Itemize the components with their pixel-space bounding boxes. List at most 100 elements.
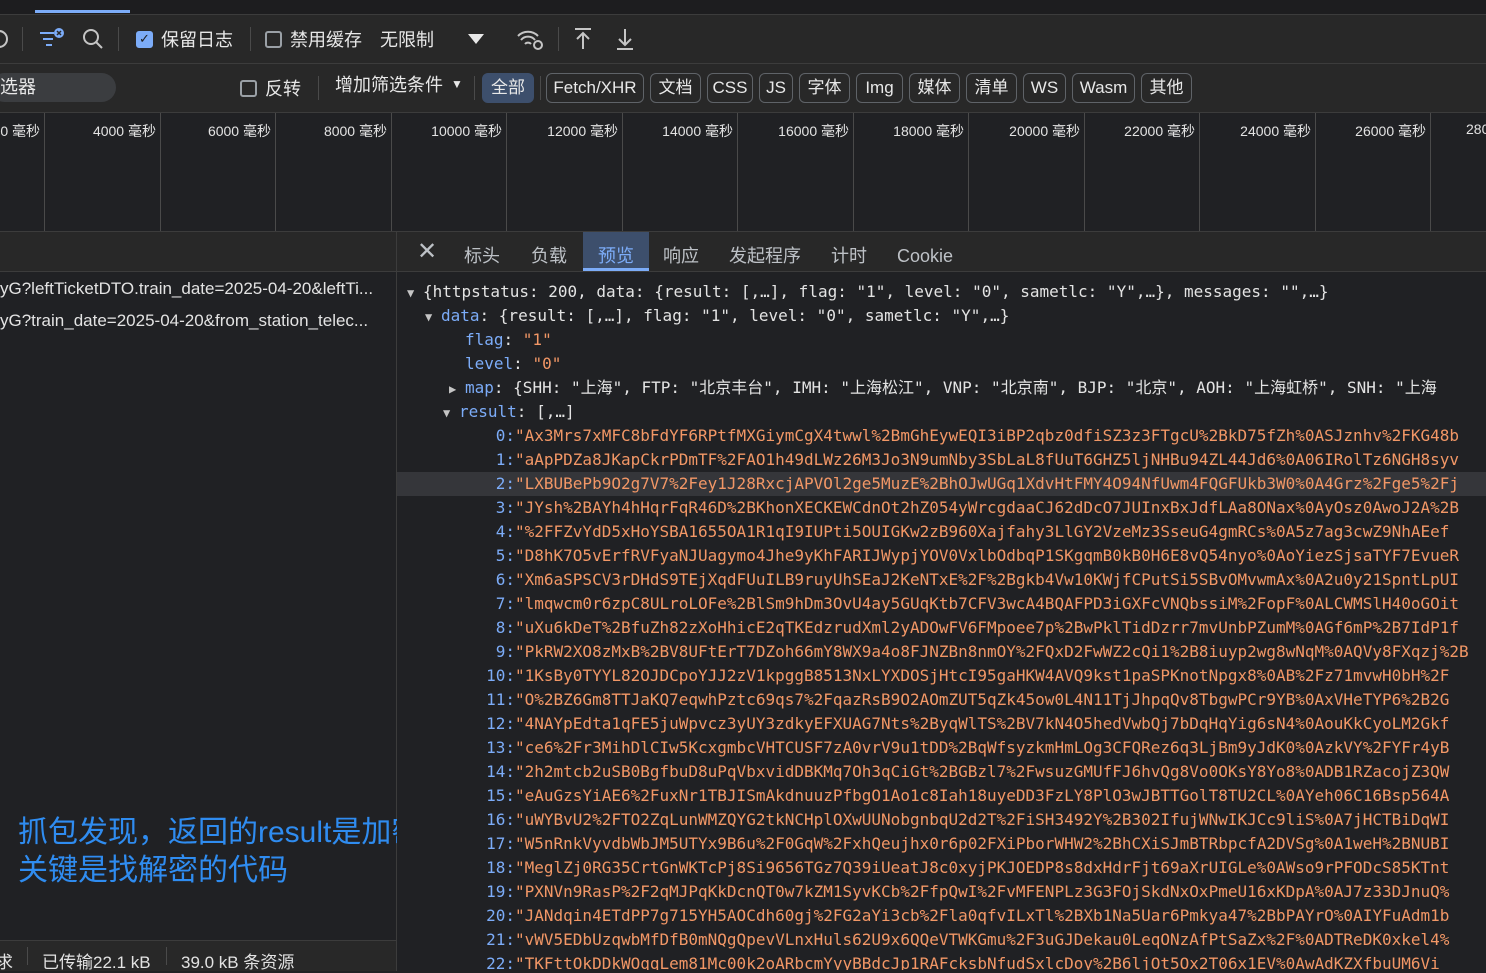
request-list-pane: yG?leftTicketDTO.train_date=2025-04-20&l…: [0, 232, 481, 940]
json-value: "D8hK7O5vErfRVFyaNJUagymo4Jhe9yKhFARIJWy…: [515, 546, 1460, 565]
json-root-node[interactable]: ▼ {httpstatus: 200, data: {result: [,…], …: [397, 280, 1486, 304]
filter-type-doc[interactable]: 文档: [650, 73, 701, 103]
close-icon[interactable]: ✕: [415, 232, 439, 271]
invert-checkbox[interactable]: 反转: [240, 64, 301, 112]
request-detail-pane: ✕ 标头 负载 预览 响应 发起程序 计时 Cookie ▼ {httpstatu…: [397, 232, 1486, 970]
json-result-item[interactable]: 14: "2h2mtcb2uSB0BgfbuD8uPqVbxvidDBKMq7O…: [397, 760, 1486, 784]
json-result-item[interactable]: 1: "aApPDZa8JKapCkrPDmTF%2FAO1h49dLWz26M…: [397, 448, 1486, 472]
json-value: "Xm6aSPSCV3rDHdS9TEjXqdFUuILB9ruyUhSEaJ2…: [515, 570, 1460, 589]
json-key: flag: [465, 330, 504, 349]
dropdown-arrow-icon: ▼: [451, 77, 463, 91]
filter-icon[interactable]: [38, 15, 66, 63]
json-result-item[interactable]: 12: "4NAYpEdta1qFE5juWpvcz3yUY3zdkyEFXUA…: [397, 712, 1486, 736]
tab-response[interactable]: 响应: [655, 232, 707, 271]
filter-type-other[interactable]: 其他: [1141, 73, 1192, 103]
json-value: "Ax3Mrs7xMFC8bFdYF6RPtfMXGiymCgX4twwl%2B…: [515, 426, 1460, 445]
json-result-item[interactable]: 16: "uWYBvU2%2FTO2ZqLunWMZQYG2tkNCHplOXw…: [397, 808, 1486, 832]
json-result-item[interactable]: 7: "lmqwcm0r6zpC8ULroLOFe%2BlSm9hDm3OvU4…: [397, 592, 1486, 616]
json-array-index: 19:: [486, 882, 515, 901]
json-result-item[interactable]: 5: "D8hK7O5vErfRVFyaNJUagymo4Jhe9yKhFARI…: [397, 544, 1486, 568]
json-value: "JANdqin4ETdPP7g715YH5AOCdh60gj%2FG2aYi3…: [515, 906, 1450, 925]
json-result-item[interactable]: 11: "O%2BZ6Gm8TTJaKQ7eqwhPztc69qs7%2Fqaz…: [397, 688, 1486, 712]
disable-cache-checkbox[interactable]: 禁用缓存: [265, 15, 362, 63]
json-result-item[interactable]: 17: "W5nRnkVyvdbWbJM5UTYx9B6u%2F0GqW%2Fx…: [397, 832, 1486, 856]
tab-preview[interactable]: 预览: [583, 232, 649, 271]
export-har-icon[interactable]: [615, 15, 635, 63]
json-result-item[interactable]: 3: "JYsh%2BAYh4hHqrFqR46D%2BKhonXECKEWCd…: [397, 496, 1486, 520]
request-count: 求: [0, 953, 13, 972]
json-value: "%2FFZvYdD5xHoYSBA1655OA1R1qI9IUPti5OUIG…: [515, 522, 1450, 541]
json-result-item[interactable]: 9: "PkRW2XO8zMxB%2BV8UFtErT7DZoh66mY8WX9…: [397, 640, 1486, 664]
timeline-gridline: [1084, 113, 1085, 231]
tab-timing[interactable]: 计时: [823, 232, 875, 271]
filter-type-fetch-xhr[interactable]: Fetch/XHR: [546, 73, 644, 103]
filter-type-img[interactable]: Img: [856, 73, 903, 103]
json-result-item[interactable]: 10: "1KsBy0TYYL82OJDCpoYJJ2zV1kpggB8513N…: [397, 664, 1486, 688]
throttle-dropdown-icon[interactable]: [467, 15, 485, 63]
json-result-item[interactable]: 8: "uXu6kDeT%2BfuZh82zXoHhicE2qTKEdzrudX…: [397, 616, 1486, 640]
divider: [318, 76, 319, 100]
network-conditions-icon[interactable]: [516, 15, 544, 63]
import-har-icon[interactable]: [573, 15, 593, 63]
tab-initiator[interactable]: 发起程序: [722, 232, 808, 271]
json-value: "PkRW2XO8zMxB%2BV8UFtErT7DZoh66mY8WX9a4o…: [515, 642, 1469, 661]
json-map-node[interactable]: ▶ map: {SHH: "上海", FTP: "北京丰台", IMH: "上海松…: [397, 376, 1486, 400]
json-result-item[interactable]: 2: "LXBUBePb9O2g7V7%2Fey1J28RxcjAPVOl2ge…: [397, 472, 1486, 496]
json-array-index: 7:: [495, 594, 515, 613]
preserve-log-label: 保留日志: [161, 30, 233, 50]
json-result-item[interactable]: 15: "eAuGzsYiAE6%2FuxNr1TBJISmAkdnuuzPfb…: [397, 784, 1486, 808]
clear-icon[interactable]: [0, 15, 10, 63]
more-filters-dropdown[interactable]: 增加筛选条件 ▼: [335, 64, 463, 104]
json-result-item[interactable]: 19: "PXNVn9RasP%2F2qMJPqKkDcnQT0w7kZM1Sy…: [397, 880, 1486, 904]
checkbox-unchecked-icon: [265, 30, 282, 48]
filter-type-font[interactable]: 字体: [799, 73, 850, 103]
tab-cookies[interactable]: Cookie: [890, 232, 960, 271]
json-result-item[interactable]: 6: "Xm6aSPSCV3rDHdS9TEjXqdFUuILB9ruyUhSE…: [397, 568, 1486, 592]
request-row[interactable]: yG?leftTicketDTO.train_date=2025-04-20&l…: [0, 273, 396, 305]
preserve-log-checkbox[interactable]: ✓ 保留日志: [136, 15, 233, 63]
timeline-tick-label: 8000 毫秒: [323, 123, 387, 139]
tab-headers[interactable]: 标头: [457, 232, 507, 271]
json-value: [,…]: [536, 402, 575, 421]
json-result-item[interactable]: 20: "JANdqin4ETdPP7g715YH5AOCdh60gj%2FG2…: [397, 904, 1486, 928]
json-result-node[interactable]: ▼ result: [,…]: [397, 400, 1486, 424]
json-value: "O%2BZ6Gm8TTJaKQ7eqwhPztc69qs7%2FqazRsB9…: [515, 690, 1450, 709]
json-value: "JYsh%2BAYh4hHqrFqR46D%2BKhonXECKEWCdnOt…: [515, 498, 1460, 517]
search-icon[interactable]: [82, 15, 104, 63]
json-array-index: 0:: [495, 426, 515, 445]
timeline-overview[interactable]: 0 毫秒 4000 毫秒 6000 毫秒 8000 毫秒 10000 毫秒 12…: [0, 113, 1486, 232]
json-value: "1": [522, 330, 552, 349]
filter-type-ws[interactable]: WS: [1023, 73, 1066, 103]
filter-type-all[interactable]: 全部: [482, 73, 534, 103]
timeline-tick-label: 22000 毫秒: [1124, 123, 1195, 139]
json-result-item[interactable]: 18: "MeglZj0RG35CrtGnWKTcPj8Si9656TGz7Q3…: [397, 856, 1486, 880]
expanded-triangle-icon: ▼: [407, 286, 415, 300]
filter-type-media[interactable]: 媒体: [909, 73, 960, 103]
timeline-tick-label: 10000 毫秒: [431, 123, 502, 139]
request-row[interactable]: yG?train_date=2025-04-20&from_station_te…: [0, 305, 396, 337]
json-value: "0": [532, 354, 562, 373]
json-key: level: [465, 354, 514, 373]
filter-type-wasm[interactable]: Wasm: [1072, 73, 1135, 103]
json-result-item[interactable]: 21: "vWV5EDbUzqwbMfDfB0mNQgQpevVLnxHuls6…: [397, 928, 1486, 952]
tab-payload[interactable]: 负载: [523, 232, 575, 271]
filter-type-manifest[interactable]: 清单: [966, 73, 1017, 103]
timeline-tick-label: 6000 毫秒: [207, 123, 271, 139]
filter-type-css[interactable]: CSS: [707, 73, 753, 103]
divider: [558, 27, 559, 51]
filter-input[interactable]: 选器: [0, 73, 116, 102]
json-result-item[interactable]: 13: "ce6%2Fr3MihDlCIw5KcxgmbcVHTCUSF7zA0…: [397, 736, 1486, 760]
json-result-item[interactable]: 22: "TKFttOkDDkWOqqLem81Mc00k2oARbcmYyyB…: [397, 952, 1486, 970]
json-result-item[interactable]: 0: "Ax3Mrs7xMFC8bFdYF6RPtfMXGiymCgX4twwl…: [397, 424, 1486, 448]
timeline-gridline: [506, 113, 507, 231]
throttle-select[interactable]: 无限制: [380, 15, 434, 63]
json-data-node[interactable]: ▼ data: {result: [,…], flag: "1", level: …: [397, 304, 1486, 328]
json-array-index: 8:: [495, 618, 515, 637]
json-result-item[interactable]: 4: "%2FFZvYdD5xHoYSBA1655OA1R1qI9IUPti5O…: [397, 520, 1486, 544]
active-tab-indicator: [35, 10, 130, 13]
filter-type-js[interactable]: JS: [759, 73, 793, 103]
timeline-tick-label: 24000 毫秒: [1240, 123, 1311, 139]
json-root-summary: {httpstatus: 200, data: {result: [,…], f…: [423, 282, 1329, 301]
json-value: "uWYBvU2%2FTO2ZqLunWMZQYG2tkNCHplOXwUUNo…: [515, 810, 1450, 829]
checkbox-unchecked-icon: [240, 79, 257, 97]
